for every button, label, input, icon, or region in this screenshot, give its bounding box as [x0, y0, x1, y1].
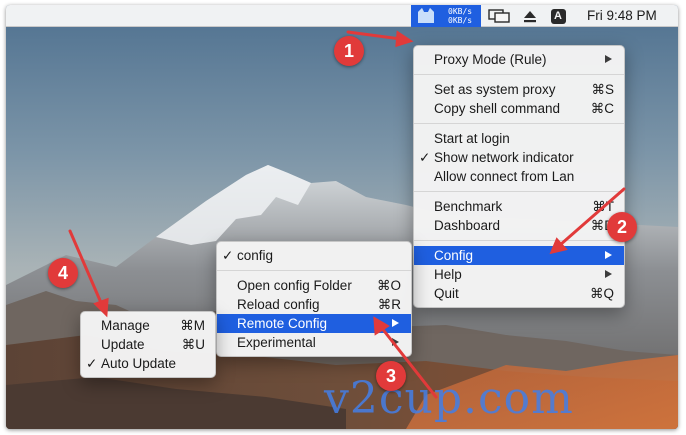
submenu-arrow-icon — [605, 55, 612, 63]
download-speed: 0KB/s — [448, 16, 473, 25]
copy-shell-shortcut: ⌘C — [590, 101, 614, 116]
menu-item-experimental[interactable]: Experimental — [217, 333, 411, 352]
open-config-folder-shortcut: ⌘O — [376, 278, 401, 293]
menu-item-config[interactable]: Config — [414, 246, 624, 265]
menu-item-benchmark[interactable]: Benchmark ⌘T — [414, 197, 624, 216]
benchmark-label: Benchmark — [434, 199, 503, 214]
screenshot-frame: 0KB/s 0KB/s A Fri 9:48 PM Proxy Mode (Ru… — [6, 5, 678, 429]
show-network-label: Show network indicator — [434, 150, 574, 165]
auto-update-label: Auto Update — [101, 356, 177, 371]
dashboard-label: Dashboard — [434, 218, 501, 233]
menu-item-help[interactable]: Help — [414, 265, 624, 284]
menu-item-copy-shell-command[interactable]: Copy shell command ⌘C — [414, 99, 624, 118]
set-system-proxy-label: Set as system proxy — [434, 82, 556, 97]
upload-speed: 0KB/s — [448, 7, 473, 16]
manage-shortcut: ⌘M — [180, 318, 205, 333]
submenu-arrow-icon — [392, 319, 399, 327]
input-source-icon: A — [550, 8, 566, 24]
proxy-mode-label: Proxy Mode (Rule) — [434, 52, 547, 67]
quit-label: Quit — [434, 286, 459, 301]
airplay-display-button[interactable] — [486, 5, 512, 27]
menu-item-set-system-proxy[interactable]: Set as system proxy ⌘S — [414, 80, 624, 99]
config-label: Config — [434, 248, 474, 263]
main-menu: Proxy Mode (Rule) Set as system proxy ⌘S… — [413, 45, 625, 308]
menu-item-start-at-login[interactable]: Start at login — [414, 129, 624, 148]
menu-separator — [414, 240, 624, 241]
menu-separator — [414, 74, 624, 75]
menu-item-quit[interactable]: Quit ⌘Q — [414, 284, 624, 303]
checkmark-icon: ✓ — [86, 356, 98, 371]
menubar-clock[interactable]: Fri 9:48 PM — [587, 5, 657, 27]
checkmark-icon: ✓ — [222, 248, 234, 263]
menu-item-open-config-folder[interactable]: Open config Folder ⌘O — [217, 276, 411, 295]
input-source-button[interactable]: A — [548, 5, 568, 27]
quit-shortcut: ⌘Q — [589, 286, 614, 301]
update-label: Update — [101, 337, 145, 352]
menu-item-manage[interactable]: Manage ⌘M — [81, 316, 215, 335]
menu-item-update[interactable]: Update ⌘U — [81, 335, 215, 354]
menu-item-remote-config[interactable]: Remote Config — [217, 314, 411, 333]
remote-config-submenu: Manage ⌘M Update ⌘U ✓ Auto Update — [80, 311, 216, 378]
update-shortcut: ⌘U — [181, 337, 205, 352]
config-submenu: ✓ config Open config Folder ⌘O Reload co… — [216, 241, 412, 357]
submenu-arrow-icon — [392, 338, 399, 346]
experimental-label: Experimental — [237, 335, 316, 350]
set-system-proxy-shortcut: ⌘S — [591, 82, 614, 97]
proxy-status-item[interactable]: 0KB/s 0KB/s — [411, 5, 481, 27]
menu-item-reload-config[interactable]: Reload config ⌘R — [217, 295, 411, 314]
menu-item-proxy-mode[interactable]: Proxy Mode (Rule) — [414, 50, 624, 69]
menu-item-allow-lan[interactable]: Allow connect from Lan — [414, 167, 624, 186]
menu-separator — [414, 123, 624, 124]
menu-item-dashboard[interactable]: Dashboard ⌘D — [414, 216, 624, 235]
airplay-display-icon — [488, 9, 510, 23]
submenu-arrow-icon — [605, 270, 612, 278]
start-at-login-label: Start at login — [434, 131, 510, 146]
annotation-badge-3: 3 — [376, 361, 406, 391]
config-profile-label: config — [237, 248, 274, 263]
menu-item-auto-update[interactable]: ✓ Auto Update — [81, 354, 215, 373]
menu-bar: 0KB/s 0KB/s A Fri 9:48 PM — [6, 5, 678, 27]
submenu-arrow-icon — [605, 251, 612, 259]
benchmark-shortcut: ⌘T — [592, 199, 614, 214]
annotation-badge-2: 2 — [607, 212, 637, 242]
reload-config-label: Reload config — [237, 297, 320, 312]
help-label: Help — [434, 267, 462, 282]
allow-lan-label: Allow connect from Lan — [434, 169, 575, 184]
open-config-folder-label: Open config Folder — [237, 278, 352, 293]
proxy-status-icon — [418, 8, 434, 23]
menu-item-show-network-indicator[interactable]: ✓ Show network indicator — [414, 148, 624, 167]
eject-icon — [524, 10, 536, 22]
annotation-badge-1: 1 — [334, 36, 364, 66]
reload-config-shortcut: ⌘R — [377, 297, 401, 312]
network-speed-indicator: 0KB/s 0KB/s — [411, 6, 481, 26]
menu-separator — [414, 191, 624, 192]
watermark-text: v2cup.com — [324, 373, 574, 424]
copy-shell-label: Copy shell command — [434, 101, 561, 116]
network-speed-text: 0KB/s 0KB/s — [448, 7, 472, 25]
eject-button[interactable] — [520, 5, 540, 27]
annotation-badge-4: 4 — [48, 258, 78, 288]
manage-label: Manage — [101, 318, 150, 333]
menu-item-config-profile[interactable]: ✓ config — [217, 246, 411, 265]
menu-separator — [217, 270, 411, 271]
remote-config-label: Remote Config — [237, 316, 328, 331]
checkmark-icon: ✓ — [419, 150, 431, 165]
